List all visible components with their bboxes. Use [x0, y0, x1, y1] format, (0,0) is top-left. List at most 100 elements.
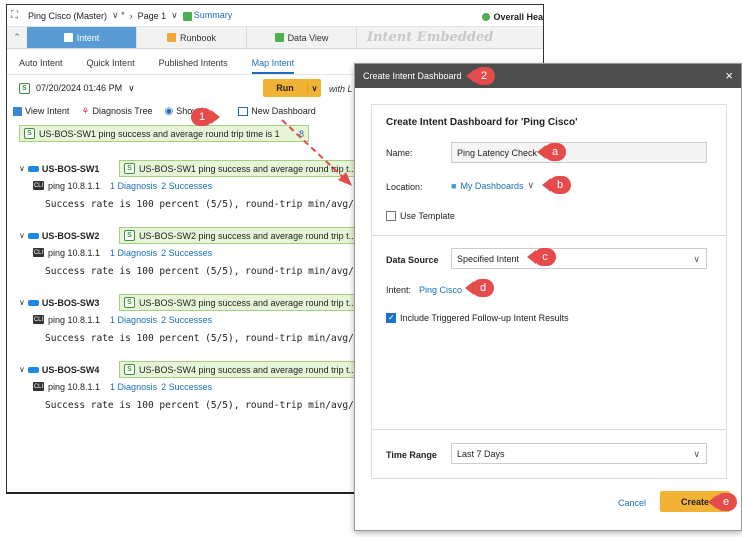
- device-name: US-BOS-SW3: [41, 297, 100, 308]
- device-header[interactable]: ∨ US-BOS-SW3 S US-BOS-SW3 ping success an…: [7, 294, 367, 311]
- ping-output: Success rate is 100 percent (5/5), round…: [45, 399, 372, 411]
- run-button[interactable]: Run ∨: [263, 79, 321, 97]
- include-followup-checkbox[interactable]: [386, 313, 396, 323]
- data-source-select[interactable]: Specified Intent ∨: [451, 248, 707, 269]
- device-result[interactable]: S US-BOS-SW3 ping success and average rou…: [119, 294, 359, 311]
- chevron-down-icon[interactable]: ∨: [19, 298, 25, 307]
- view-intent-button[interactable]: View Intent: [13, 106, 69, 116]
- device-block: ∨ US-BOS-SW1 S US-BOS-SW1 ping success an…: [7, 160, 371, 214]
- callout-b-label: b: [549, 176, 571, 194]
- top-result-text: US-BOS-SW1 ping success and average roun…: [39, 128, 280, 139]
- expand-icon[interactable]: ⛶: [11, 10, 23, 21]
- include-followup-row[interactable]: Include Triggered Follow-up Intent Resul…: [386, 313, 569, 323]
- diagnosis-link[interactable]: 1 Diagnosis: [110, 382, 157, 392]
- tab-quick-intent[interactable]: Quick Intent: [87, 58, 135, 74]
- device-result[interactable]: S US-BOS-SW4 ping success and average rou…: [119, 361, 359, 378]
- new-dashboard-button[interactable]: New Dashboard: [238, 106, 316, 116]
- location-selector[interactable]: ■ My Dashboards ∨: [451, 180, 534, 191]
- chevron-down-icon[interactable]: ∨: [19, 365, 25, 374]
- cli-icon: CLI: [33, 315, 44, 324]
- ping-output: Success rate is 100 percent (5/5), round…: [45, 265, 372, 277]
- device-result[interactable]: S US-BOS-SW2 ping success and average rou…: [119, 227, 359, 244]
- successes-link[interactable]: 2 Successes: [161, 248, 212, 258]
- ping-command-row: CLI ping 10.8.1.1 1 Diagnosis 2 Successe…: [7, 244, 367, 261]
- view-intent-label: View Intent: [25, 106, 70, 116]
- runbook-tab-icon: [166, 33, 176, 42]
- device-name: US-BOS-SW1: [41, 163, 100, 174]
- cli-icon: CLI: [33, 382, 44, 391]
- device-header[interactable]: ∨ US-BOS-SW1 S US-BOS-SW1 ping success an…: [7, 160, 367, 177]
- collapse-icon[interactable]: ⌃: [7, 27, 27, 48]
- summary-link[interactable]: Summary: [182, 10, 232, 21]
- chevron-down-icon[interactable]: ∨: [527, 180, 534, 191]
- time-range-select[interactable]: Last 7 Days ∨: [451, 443, 707, 464]
- successes-link[interactable]: 2 Successes: [161, 315, 212, 325]
- tab-auto-intent[interactable]: Auto Intent: [19, 58, 63, 74]
- top-bar: ⛶ Ping Cisco (Master) ∨ * › Page 1 ∨ Sum…: [7, 5, 543, 27]
- top-intent-result[interactable]: S US-BOS-SW1 ping success and average ro…: [19, 125, 309, 142]
- callout-d: d: [465, 279, 494, 297]
- device-block: ∨ US-BOS-SW3 S US-BOS-SW3 ping success an…: [7, 294, 371, 348]
- eye-icon: ◉: [164, 105, 174, 117]
- chevron-down-icon[interactable]: ∨: [19, 164, 25, 173]
- folder-icon: ■: [451, 180, 457, 191]
- data-view-tab-icon: [274, 33, 284, 42]
- tab-map-intent[interactable]: Map Intent: [251, 58, 295, 74]
- ping-command: ping 10.8.1.1: [48, 247, 101, 258]
- diagnosis-tree-label: Diagnosis Tree: [92, 106, 153, 116]
- callout-c: c: [527, 248, 556, 266]
- switch-icon: [27, 299, 39, 306]
- diagnosis-tree-button[interactable]: ⚘ Diagnosis Tree: [81, 106, 152, 117]
- chevron-down-icon[interactable]: ∨: [171, 10, 178, 21]
- intent-tab-icon: [63, 33, 73, 42]
- run-dropdown-icon[interactable]: ∨: [307, 83, 321, 93]
- include-followup-label: Include Triggered Follow-up Intent Resul…: [400, 313, 569, 323]
- chevron-down-icon: ∨: [693, 449, 700, 459]
- timestamp-chevron-icon[interactable]: ∨: [128, 83, 135, 94]
- divider: [372, 235, 726, 236]
- page-selector[interactable]: Page 1: [138, 11, 167, 21]
- close-icon[interactable]: ×: [725, 68, 733, 83]
- callout-2: 2: [466, 67, 495, 85]
- device-header[interactable]: ∨ US-BOS-SW4 S US-BOS-SW4 ping success an…: [7, 361, 367, 378]
- view-intent-icon: [13, 106, 22, 116]
- device-result[interactable]: S US-BOS-SW1 ping success and average rou…: [119, 160, 359, 177]
- ping-command: ping 10.8.1.1: [48, 180, 101, 191]
- location-value: My Dashboards: [460, 180, 524, 191]
- switch-icon: [27, 165, 39, 172]
- device-header[interactable]: ∨ US-BOS-SW2 S US-BOS-SW2 ping success an…: [7, 227, 367, 244]
- device-result-text: US-BOS-SW4 ping success and average roun…: [139, 364, 357, 375]
- device-result-text: US-BOS-SW2 ping success and average roun…: [139, 230, 357, 241]
- device-name: US-BOS-SW4: [41, 364, 100, 375]
- tab-data-view[interactable]: Data View: [247, 27, 357, 48]
- diagnosis-link[interactable]: 1 Diagnosis: [110, 248, 157, 258]
- run-button-label: Run: [276, 83, 294, 93]
- diagnosis-link[interactable]: 1 Diagnosis: [110, 181, 157, 191]
- successes-link[interactable]: 2 Successes: [161, 382, 212, 392]
- name-field[interactable]: Ping Latency Check: [451, 142, 707, 163]
- successes-link[interactable]: 2 Successes: [161, 181, 212, 191]
- tab-intent[interactable]: Intent: [27, 27, 137, 48]
- device-name: US-BOS-SW2: [41, 230, 100, 241]
- top-result-count[interactable]: 8: [299, 129, 304, 139]
- use-template-checkbox[interactable]: [386, 211, 396, 221]
- run-timestamp[interactable]: 07/20/2024 01:46 PM: [36, 83, 122, 93]
- status-s-icon: S: [24, 128, 35, 139]
- map-title-dropdown[interactable]: ∨ *: [112, 10, 125, 21]
- overall-health-label: Overall Hea: [493, 12, 543, 22]
- tab-published-intents[interactable]: Published Intents: [159, 58, 228, 74]
- diagnosis-tree-icon: ⚘: [81, 105, 90, 116]
- use-template-label: Use Template: [400, 211, 455, 221]
- diagnosis-link[interactable]: 1 Diagnosis: [110, 315, 157, 325]
- ping-command-row: CLI ping 10.8.1.1 1 Diagnosis 2 Successe…: [7, 177, 367, 194]
- chevron-down-icon[interactable]: ∨: [19, 231, 25, 240]
- tab-runbook[interactable]: Runbook: [137, 27, 247, 48]
- map-title[interactable]: Ping Cisco (Master): [28, 11, 107, 21]
- overall-health[interactable]: Overall Hea: [482, 12, 543, 22]
- cancel-button[interactable]: Cancel: [618, 498, 646, 508]
- tab-intent-label: Intent: [76, 32, 100, 43]
- dialog-title: Create Intent Dashboard for 'Ping Cisco': [386, 117, 578, 128]
- dashboard-icon: [238, 106, 249, 116]
- intent-link[interactable]: Ping Cisco: [419, 285, 462, 295]
- use-template-row[interactable]: Use Template: [386, 211, 455, 221]
